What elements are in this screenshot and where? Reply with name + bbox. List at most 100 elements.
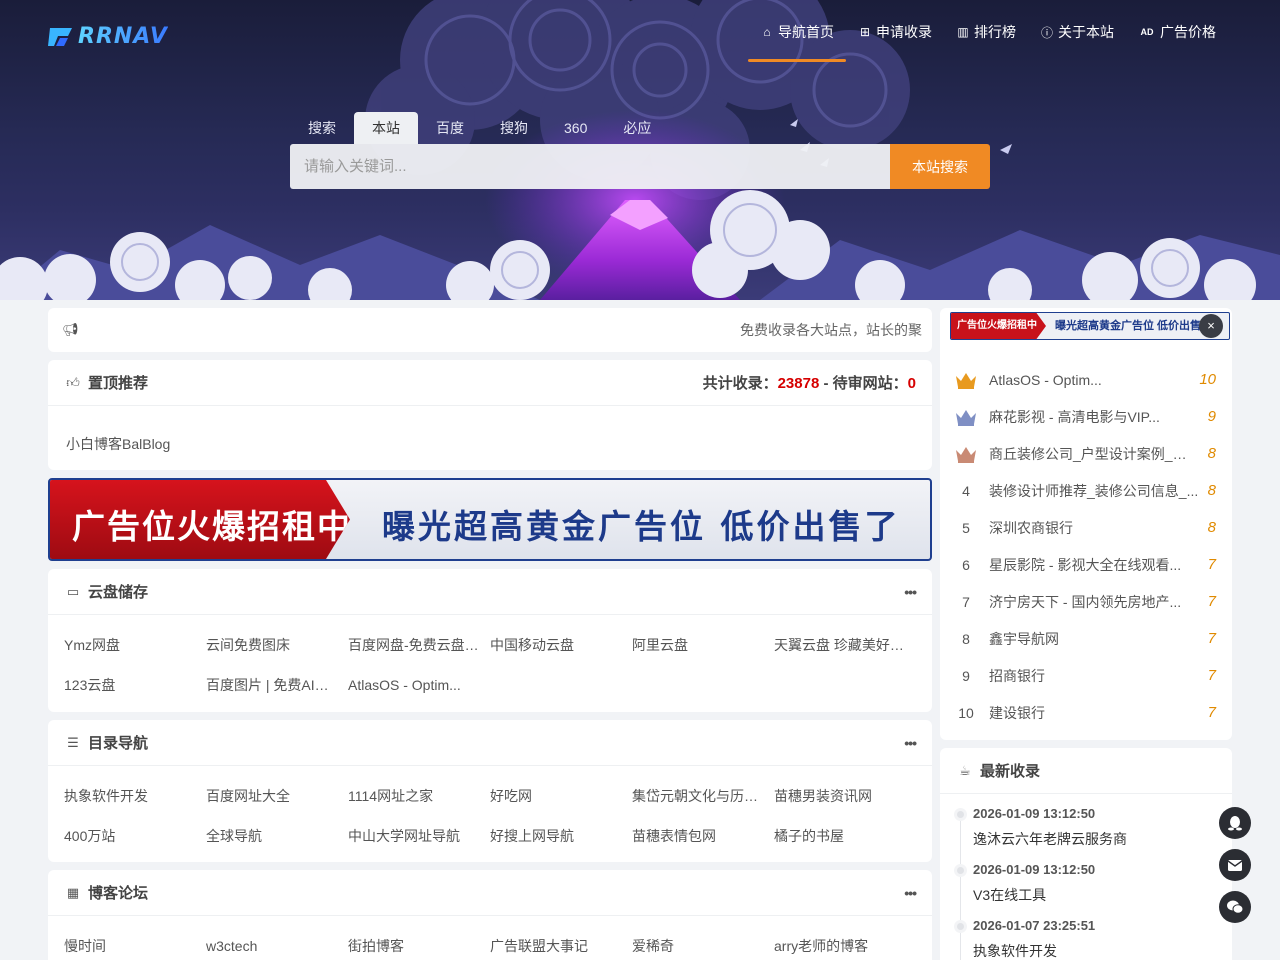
site-link[interactable]: 苗穗表情包网 — [632, 816, 774, 856]
hot-item[interactable]: 麻花影视 - 高清电影与VIP... 9 — [940, 398, 1232, 435]
site-link[interactable]: 123云盘 — [64, 665, 206, 705]
coffee-icon: ☕︎ — [959, 762, 971, 778]
site-link[interactable]: 街拍博客 — [348, 926, 490, 960]
hot-item-name: 建设银行 — [989, 704, 1045, 721]
search-input[interactable] — [290, 144, 890, 189]
site-link[interactable]: 云间免费图床 — [206, 625, 348, 665]
hot-item-name: 星辰影院 - 影视大全在线观看... — [989, 556, 1182, 573]
search-tab-label: 搜索 — [308, 120, 336, 136]
bar-chart-icon: ▥ — [957, 25, 969, 39]
search-tab-bing[interactable]: 必应 — [605, 112, 669, 144]
section-cloud-storage: ▭ 云盘储存 ••• Ymz网盘 云间免费图床 百度网盘-免费云盘丨... 中国… — [48, 569, 932, 712]
site-link[interactable]: 全球导航 — [206, 816, 348, 856]
hot-item[interactable]: 10 建设银行 7 — [940, 694, 1232, 731]
banner-ad-left: 广告位火爆招租中 — [50, 480, 350, 559]
site-link[interactable]: 好吃网 — [490, 776, 632, 816]
site-link[interactable]: 苗穗男装资讯网 — [774, 776, 916, 816]
search-button[interactable]: 本站搜索 — [890, 144, 990, 189]
nav-ranking[interactable]: ▥ 排行榜 — [944, 0, 1028, 64]
timeline-item[interactable]: 2026-01-07 23:25:51 执象软件开发 — [940, 914, 1232, 960]
notice-bar: 📢︎ 免费收录各大站点，站长的聚 — [48, 308, 932, 352]
site-link[interactable]: 爱稀奇 — [632, 926, 774, 960]
hot-item[interactable]: 7 济宁房天下 - 国内领先房地产... 7 — [940, 583, 1232, 620]
hot-item-count: 7 — [1207, 667, 1216, 684]
mail-button[interactable] — [1219, 849, 1251, 881]
link-grid: 慢时间 w3ctech 街拍博客 广告联盟大事记 爱稀奇 arry老师的博客 — [48, 916, 932, 960]
hot-item[interactable]: 8 鑫宇导航网 7 — [940, 620, 1232, 657]
site-link[interactable]: arry老师的博客 — [774, 926, 916, 960]
search-tab-baidu[interactable]: 百度 — [418, 112, 482, 144]
nav-about[interactable]: ⓘ 关于本站 — [1028, 0, 1126, 64]
nav-label: 申请收录 — [876, 24, 932, 40]
hot-item-name: 商丘装修公司_户型设计案例_报价... — [989, 445, 1200, 462]
search-tab-site[interactable]: 本站 — [354, 112, 418, 144]
hot-item[interactable]: 商丘装修公司_户型设计案例_报价... 8 — [940, 435, 1232, 472]
card-header: 👍︎ 置顶推荐 共计收录：23878 - 待审网站：0 — [48, 360, 932, 406]
close-icon[interactable]: × — [1199, 314, 1223, 338]
link-grid: Ymz网盘 云间免费图床 百度网盘-免费云盘丨... 中国移动云盘 阿里云盘 天… — [48, 615, 932, 705]
qq-button[interactable] — [1219, 807, 1251, 839]
site-link[interactable]: 集岱元朝文化与历史网 — [632, 776, 774, 816]
hot-item[interactable]: 9 招商银行 7 — [940, 657, 1232, 694]
timeline-item[interactable]: 2026-01-09 13:12:50 V3在线工具 — [940, 858, 1232, 914]
search-tab-360[interactable]: 360 — [546, 112, 605, 144]
site-link[interactable]: 广告联盟大事记 — [490, 926, 632, 960]
hot-item-name: AtlasOS - Optim... — [989, 371, 1102, 388]
nav-apply[interactable]: ⊞ 申请收录 — [846, 0, 944, 64]
hot-item[interactable]: 5 深圳农商银行 8 — [940, 509, 1232, 546]
more-icon[interactable]: ••• — [904, 735, 917, 751]
banner-ad[interactable]: 广告位火爆招租中 曝光超高黄金广告位 低价出售了 — [48, 478, 932, 561]
hot-item-rank: 9 — [962, 667, 970, 684]
info-icon: ⓘ — [1040, 25, 1053, 40]
qq-icon — [1228, 816, 1242, 831]
hot-item-rank: 5 — [962, 519, 970, 536]
section-blog-forum: ▦ 博客论坛 ••• 慢时间 w3ctech 街拍博客 广告联盟大事记 爱稀奇 … — [48, 870, 932, 960]
hot-item[interactable]: 4 装修设计师推荐_装修公司信息_... 8 — [940, 472, 1232, 509]
site-link[interactable]: 中国移动云盘 — [490, 625, 632, 665]
nav-home[interactable]: ⌂ 导航首页 — [748, 0, 846, 64]
home-icon: ⌂ — [763, 25, 771, 39]
link-grid: 执象软件开发 百度网址大全 1114网址之家 好吃网 集岱元朝文化与历史网 苗穗… — [48, 766, 932, 856]
wechat-icon — [1227, 900, 1243, 914]
wechat-button[interactable] — [1219, 891, 1251, 923]
site-link[interactable]: 百度图片 | 免费AI图... — [206, 665, 348, 705]
stats-total-label: 共计收录： — [702, 375, 778, 392]
site-link[interactable]: 好搜上网导航 — [490, 816, 632, 856]
site-link[interactable]: 慢时间 — [64, 926, 206, 960]
site-link[interactable]: Ymz网盘 — [64, 625, 206, 665]
site-link[interactable]: 阿里云盘 — [632, 625, 774, 665]
nav-label: 广告价格 — [1160, 24, 1216, 40]
site-link[interactable]: 百度网址大全 — [206, 776, 348, 816]
more-icon[interactable]: ••• — [904, 584, 917, 600]
site-link[interactable]: 中山大学网址导航 — [348, 816, 490, 856]
timeline-time: 2026-01-07 23:25:51 — [973, 918, 1096, 933]
site-link[interactable]: 1114网址之家 — [348, 776, 490, 816]
crown-silver-icon — [956, 409, 976, 426]
hdd-icon: ▭ — [66, 583, 80, 599]
site-logo[interactable]: RRNAV — [46, 24, 168, 49]
hot-item[interactable]: AtlasOS - Optim... 10 — [940, 361, 1232, 398]
hot-ranking-card: 广告位火爆招租中 曝光超高黄金广告位 低价出售了 × AtlasOS - Opt… — [940, 308, 1232, 740]
site-link[interactable]: 百度网盘-免费云盘丨... — [348, 625, 490, 665]
sidebar-ad[interactable]: 广告位火爆招租中 曝光超高黄金广告位 低价出售了 — [950, 312, 1230, 340]
recommend-link[interactable]: 小白博客BalBlog — [66, 436, 170, 452]
timeline-item[interactable]: 2026-01-09 13:12:50 逸沐云六年老牌云服务商 — [940, 802, 1232, 858]
thumbs-up-icon: 👍︎ — [66, 374, 80, 390]
site-link[interactable]: 橘子的书屋 — [774, 816, 916, 856]
hot-item-name: 济宁房天下 - 国内领先房地产... — [989, 593, 1182, 610]
site-link[interactable]: 天翼云盘 珍藏美好生活... — [774, 625, 916, 665]
table-icon: ▦ — [66, 884, 80, 900]
banner-ad-left-text: 广告位火爆招租中 — [72, 507, 352, 546]
nav-ad-price[interactable]: AD 广告价格 — [1126, 0, 1228, 64]
timeline-dot — [954, 864, 967, 877]
search-tab-sogou[interactable]: 搜狗 — [482, 112, 546, 144]
site-link[interactable]: 执象软件开发 — [64, 776, 206, 816]
list-icon: ☰ — [67, 734, 79, 750]
hot-item-count: 7 — [1207, 556, 1216, 573]
site-link[interactable]: AtlasOS - Optim... — [348, 665, 490, 705]
hot-item[interactable]: 6 星辰影院 - 影视大全在线观看... 7 — [940, 546, 1232, 583]
site-link[interactable]: 400万站 — [64, 816, 206, 856]
search-box: 本站搜索 — [290, 144, 990, 189]
site-link[interactable]: w3ctech — [206, 926, 348, 960]
more-icon[interactable]: ••• — [904, 885, 917, 901]
